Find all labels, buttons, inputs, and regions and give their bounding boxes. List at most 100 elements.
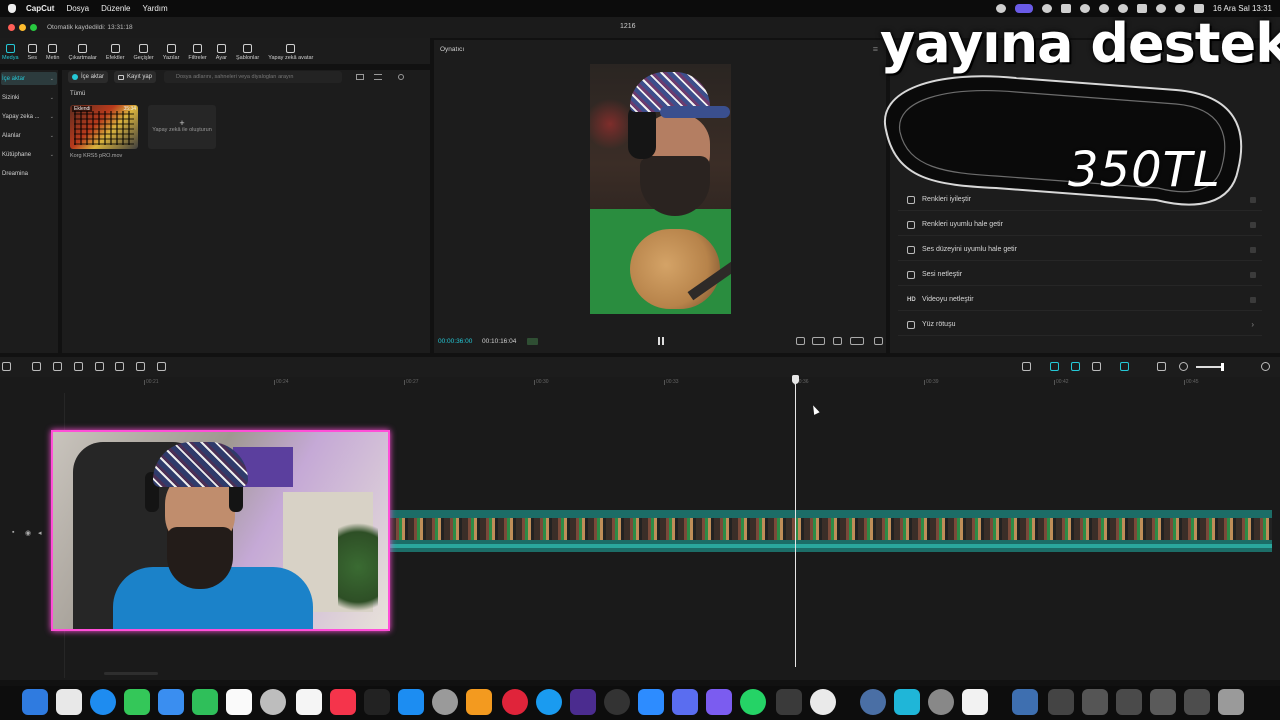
enhance-colors-toggle[interactable]	[1250, 196, 1256, 203]
folder-icon[interactable]	[1012, 689, 1038, 715]
stack-icon-4[interactable]	[1150, 689, 1176, 715]
ratio-icon[interactable]	[850, 337, 864, 345]
sidebar-item-spaces[interactable]: Alanlar ⌄	[1, 129, 57, 142]
stack-icon-2[interactable]	[1082, 689, 1108, 715]
calendar-icon[interactable]	[226, 689, 252, 715]
minimize-window-button[interactable]	[19, 24, 26, 31]
crop-icon[interactable]	[833, 337, 842, 345]
menu-file[interactable]: Dosya	[66, 4, 89, 13]
menu-edit[interactable]: Düzenle	[101, 4, 130, 13]
audio-mute-icon[interactable]: ◂	[38, 529, 42, 537]
app-icon-4[interactable]	[928, 689, 954, 715]
delete-icon[interactable]	[136, 362, 145, 371]
launchpad-icon[interactable]	[56, 689, 82, 715]
mail-icon[interactable]	[158, 689, 184, 715]
pause-button[interactable]	[657, 337, 665, 345]
clock-icon[interactable]	[604, 689, 630, 715]
face-retouch-row[interactable]: Yüz rötuşu ›	[898, 314, 1262, 336]
magnet-icon[interactable]	[1071, 362, 1080, 371]
app-icon-3[interactable]	[860, 689, 886, 715]
grid-view-icon[interactable]	[356, 74, 364, 80]
record-button[interactable]: Kayıt yap	[114, 71, 157, 83]
zoom-icon[interactable]	[638, 689, 664, 715]
enhance-voice-row[interactable]: Sesi netleştir	[898, 264, 1262, 286]
capcut-icon[interactable]	[962, 689, 988, 715]
fullscreen-icon[interactable]	[874, 337, 883, 345]
tool-adjust[interactable]: Ayar	[216, 44, 227, 64]
select-tool-icon[interactable]	[2, 362, 11, 371]
apple-icon[interactable]	[8, 4, 16, 13]
tool-stickers[interactable]: Çıkartmalar	[68, 44, 97, 64]
redo-icon[interactable]	[53, 362, 62, 371]
tool-media[interactable]: Medya	[2, 44, 19, 64]
media-search-input[interactable]: Dosya adlarını, sahneleri veya diyalogla…	[164, 71, 342, 83]
enhance-video-toggle[interactable]	[1250, 296, 1256, 303]
menu-help[interactable]: Yardım	[143, 4, 168, 13]
menu-app-name[interactable]: CapCut	[26, 4, 54, 13]
trim-left-icon[interactable]	[95, 362, 104, 371]
tool-filters[interactable]: Filtreler	[188, 44, 207, 64]
tool-text[interactable]: Metin	[46, 44, 59, 64]
pinterest-icon[interactable]	[502, 689, 528, 715]
app-store-icon[interactable]	[398, 689, 424, 715]
project-name[interactable]: 1216	[620, 23, 636, 30]
pages-icon[interactable]	[466, 689, 492, 715]
marker-icon[interactable]	[157, 362, 166, 371]
eye-icon[interactable]: ◉	[25, 529, 31, 537]
tool-captions[interactable]: Yazılar	[163, 44, 179, 64]
video-preview[interactable]	[590, 64, 731, 314]
edit-icon[interactable]	[796, 337, 805, 345]
snap-icon[interactable]	[1092, 362, 1101, 371]
enhance-video-row[interactable]: HD Videoyu netleştir	[898, 289, 1262, 311]
sidebar-item-dreamina[interactable]: Dreamina	[1, 167, 57, 180]
canva-icon[interactable]	[894, 689, 920, 715]
smarters-player-icon[interactable]	[570, 689, 596, 715]
media-clip-thumbnail[interactable]: Eklendi 35:34	[70, 105, 138, 149]
sidebar-item-import[interactable]: İçe aktar ⌄	[1, 72, 57, 85]
tab-all[interactable]: Tümü	[70, 91, 85, 97]
maximize-window-button[interactable]	[30, 24, 37, 31]
tool-transitions[interactable]: Geçişler	[134, 44, 154, 64]
preview-axis-icon[interactable]	[1120, 362, 1129, 371]
enhance-voice-toggle[interactable]	[1250, 271, 1256, 278]
trash-icon[interactable]	[1218, 689, 1244, 715]
app-icon-1[interactable]	[672, 689, 698, 715]
fit-icon[interactable]	[812, 337, 825, 345]
sidebar-item-ai[interactable]: Yapay zeka ... ⌄	[1, 110, 57, 123]
apple-tv-icon[interactable]	[364, 689, 390, 715]
stack-icon-3[interactable]	[1116, 689, 1142, 715]
match-colors-row[interactable]: Renkleri uyumlu hale getir	[898, 214, 1262, 236]
video-track-clip[interactable]	[390, 510, 1272, 552]
zoom-out-icon[interactable]	[1179, 362, 1188, 371]
microphone-icon[interactable]	[1022, 362, 1031, 371]
timeline-scrollbar[interactable]	[104, 672, 158, 675]
ai-create-button[interactable]: + Yapay zekâ ile oluşturun	[148, 105, 216, 149]
stack-icon-5[interactable]	[1184, 689, 1210, 715]
tool-audio[interactable]: Ses	[28, 44, 37, 64]
import-button[interactable]: İçe aktar	[68, 71, 109, 83]
sort-icon[interactable]	[374, 74, 382, 80]
stack-icon-1[interactable]	[1048, 689, 1074, 715]
browser-icon[interactable]	[536, 689, 562, 715]
chatgpt-icon[interactable]	[810, 689, 836, 715]
normalize-volume-row[interactable]: Ses düzeyini uyumlu hale getir	[898, 239, 1262, 261]
safari-icon[interactable]	[90, 689, 116, 715]
tool-ai-avatar[interactable]: Yapay zekâ avatar	[268, 44, 313, 64]
normalize-volume-toggle[interactable]	[1250, 246, 1256, 253]
music-icon[interactable]	[330, 689, 356, 715]
refresh-icon[interactable]	[398, 74, 404, 80]
zoom-slider-handle[interactable]	[1221, 363, 1224, 371]
whatsapp-icon[interactable]	[740, 689, 766, 715]
lock-icon[interactable]: ▪	[12, 529, 14, 536]
waveform-icon[interactable]	[527, 338, 538, 345]
sidebar-item-library[interactable]: Kütüphane ⌄	[1, 148, 57, 161]
contacts-icon[interactable]	[260, 689, 286, 715]
zoom-in-icon[interactable]	[1261, 362, 1270, 371]
system-settings-icon[interactable]	[432, 689, 458, 715]
trim-right-icon[interactable]	[115, 362, 124, 371]
notes-icon[interactable]	[296, 689, 322, 715]
tool-effects[interactable]: Efektler	[106, 44, 125, 64]
sidebar-item-yours[interactable]: Sizinki ⌄	[1, 91, 57, 104]
caption-icon[interactable]	[1157, 362, 1166, 371]
facetime-icon[interactable]	[192, 689, 218, 715]
